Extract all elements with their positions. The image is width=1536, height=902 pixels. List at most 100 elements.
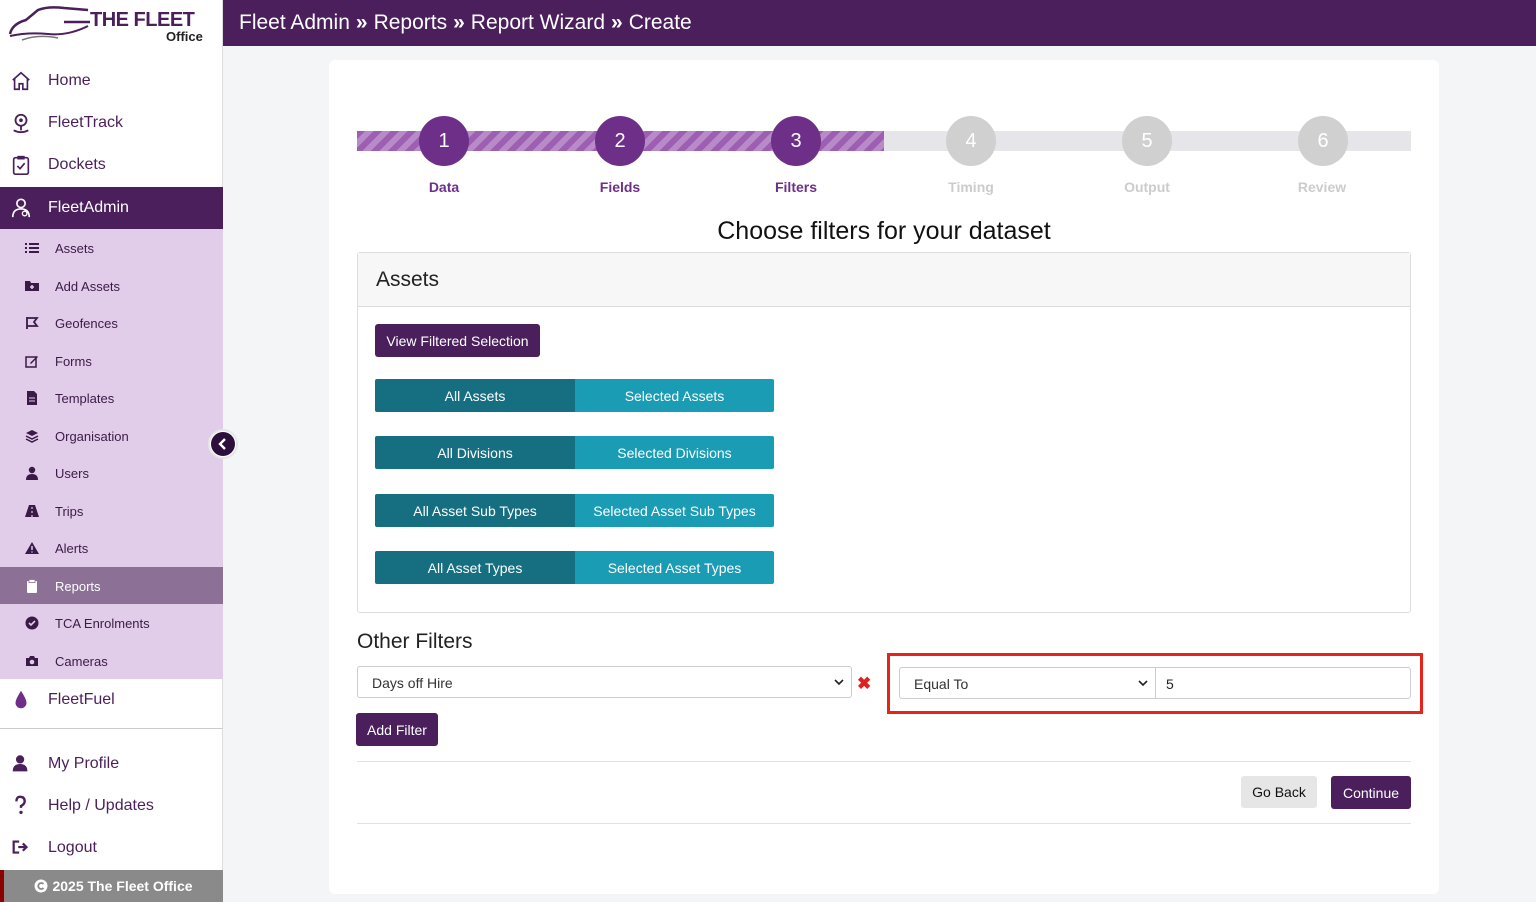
sidebar-item-label: Geofences	[55, 316, 118, 331]
step-number: 5	[1141, 129, 1153, 152]
assets-panel-title: Assets	[358, 253, 1410, 307]
sidebar-item-forms[interactable]: Forms	[0, 342, 223, 380]
wizard-step-3[interactable]: 3	[771, 116, 821, 166]
wizard-step-label: Filters	[774, 179, 817, 195]
view-filtered-selection-button[interactable]: View Filtered Selection	[375, 324, 540, 357]
sidebar-item-label: Assets	[55, 241, 95, 256]
wizard-step-5: 5	[1122, 116, 1172, 166]
nav-fleetfuel[interactable]: FleetFuel	[0, 679, 223, 721]
filter-field-value: Days off Hire	[372, 675, 453, 691]
filter-field-select[interactable]: Days off Hire	[357, 666, 852, 698]
sidebar-footer: 2025 The Fleet Office	[0, 870, 223, 902]
remove-filter-icon[interactable]: ✖	[857, 674, 871, 694]
wizard-step-label: Data	[428, 179, 460, 195]
nav-dockets[interactable]: Dockets	[0, 144, 223, 186]
divider	[357, 761, 1411, 762]
wizard-step-6: 6	[1298, 116, 1348, 166]
selected-divisions-option[interactable]: Selected Divisions	[575, 436, 774, 469]
edit-icon	[25, 355, 38, 368]
wizard-step-2[interactable]: 2	[595, 116, 645, 166]
fleetadmin-submenu: Assets Add Assets Geofences Forms Templa…	[0, 229, 223, 679]
filter-value-input[interactable]: 5	[1155, 667, 1411, 699]
step-number: 3	[790, 129, 802, 152]
all-asset-sub-types-option[interactable]: All Asset Sub Types	[375, 494, 575, 527]
brand-sub: Office	[166, 29, 203, 44]
sidebar-item-alerts[interactable]: Alerts	[0, 529, 223, 567]
all-divisions-option[interactable]: All Divisions	[375, 436, 575, 469]
asset-types-toggle: All Asset Types Selected Asset Types	[375, 551, 774, 584]
drop-icon	[15, 690, 27, 709]
sidebar-item-tca-enrolments[interactable]: TCA Enrolments	[0, 604, 223, 642]
nav-fleettrack[interactable]: FleetTrack	[0, 102, 223, 144]
sidebar-item-assets[interactable]: Assets	[0, 229, 223, 267]
nav-dockets-label: Dockets	[48, 156, 106, 173]
selected-assets-option[interactable]: Selected Assets	[575, 379, 774, 412]
sidebar-item-trips[interactable]: Trips	[0, 492, 223, 530]
clipboard-check-icon	[12, 155, 30, 175]
nav-fleetadmin-label: FleetAdmin	[48, 199, 129, 216]
wizard-step-label: Fields	[599, 179, 641, 195]
breadcrumb-item[interactable]: Report Wizard	[471, 11, 605, 35]
sidebar-item-label: Add Assets	[55, 278, 121, 294]
user-icon	[12, 755, 28, 772]
breadcrumb: Fleet Admin » Reports » Report Wizard » …	[223, 0, 1536, 46]
brand-logo[interactable]: THE FLEET Office	[0, 0, 222, 46]
filter-operator-select[interactable]: Equal To	[899, 667, 1156, 699]
go-back-button[interactable]: Go Back	[1241, 776, 1317, 808]
geofence-icon	[26, 317, 39, 329]
admin-user-icon	[11, 198, 31, 218]
nav-fleetadmin[interactable]: FleetAdmin	[0, 187, 223, 229]
chevron-left-icon	[211, 432, 235, 456]
question-icon	[15, 795, 26, 815]
sidebar-item-templates[interactable]: Templates	[0, 379, 223, 417]
page-title: Choose filters for your dataset	[717, 217, 1051, 245]
sidebar-item-label: Organisation	[55, 428, 129, 444]
sidebar: THE FLEET Office Home FleetTrack Dockets…	[0, 0, 223, 902]
map-pin-icon	[13, 113, 29, 134]
sidebar-item-organisation[interactable]: Organisation	[0, 417, 223, 455]
all-asset-types-option[interactable]: All Asset Types	[375, 551, 575, 584]
camera-icon	[26, 655, 38, 666]
nav-logout[interactable]: Logout	[0, 827, 223, 869]
sidebar-collapse-button[interactable]	[208, 429, 238, 459]
wizard-step-4: 4	[946, 116, 996, 166]
filter-value-text: 5	[1166, 676, 1174, 692]
sidebar-item-geofences[interactable]: Geofences	[0, 304, 223, 342]
chevron-down-icon	[834, 679, 844, 686]
all-assets-option[interactable]: All Assets	[375, 379, 575, 412]
assets-toggle: All Assets Selected Assets	[375, 379, 774, 412]
clipboard-icon	[27, 578, 37, 593]
nav-home[interactable]: Home	[0, 60, 223, 102]
layers-icon	[25, 429, 39, 443]
nav-my-profile-label: My Profile	[48, 755, 120, 772]
footer-text: 2025 The Fleet Office	[52, 878, 193, 894]
step-number: 1	[438, 129, 450, 152]
add-filter-button[interactable]: Add Filter	[356, 713, 438, 746]
list-icon	[25, 243, 39, 253]
wizard-step-1[interactable]: 1	[419, 116, 469, 166]
breadcrumb-current: Create	[628, 11, 692, 34]
chevron-down-icon	[1138, 680, 1148, 687]
selected-asset-sub-types-option[interactable]: Selected Asset Sub Types	[575, 494, 774, 527]
sidebar-item-label: Users	[55, 466, 89, 481]
sidebar-item-users[interactable]: Users	[0, 454, 223, 492]
sidebar-item-add-assets[interactable]: Add Assets	[0, 267, 223, 305]
sidebar-item-reports[interactable]: Reports	[0, 566, 223, 604]
step-number: 4	[965, 129, 977, 152]
breadcrumb-item[interactable]: Fleet Admin	[239, 11, 350, 35]
nav-home-label: Home	[48, 72, 91, 89]
nav-fleettrack-label: FleetTrack	[48, 114, 123, 131]
nav-logout-label: Logout	[48, 839, 97, 856]
car-logo-icon	[8, 6, 90, 41]
sidebar-divider	[0, 728, 223, 729]
continue-button[interactable]: Continue	[1331, 776, 1411, 809]
nav-help-updates[interactable]: Help / Updates	[0, 785, 223, 827]
nav-my-profile[interactable]: My Profile	[0, 743, 223, 785]
breadcrumb-separator: »	[453, 11, 465, 34]
selected-asset-types-option[interactable]: Selected Asset Types	[575, 551, 774, 584]
filter-operator-value: Equal To	[914, 676, 969, 692]
folder-plus-icon	[25, 280, 39, 291]
breadcrumb-item[interactable]: Reports	[374, 11, 448, 35]
sidebar-item-label: TCA Enrolments	[55, 616, 150, 631]
sidebar-item-cameras[interactable]: Cameras	[0, 642, 223, 680]
